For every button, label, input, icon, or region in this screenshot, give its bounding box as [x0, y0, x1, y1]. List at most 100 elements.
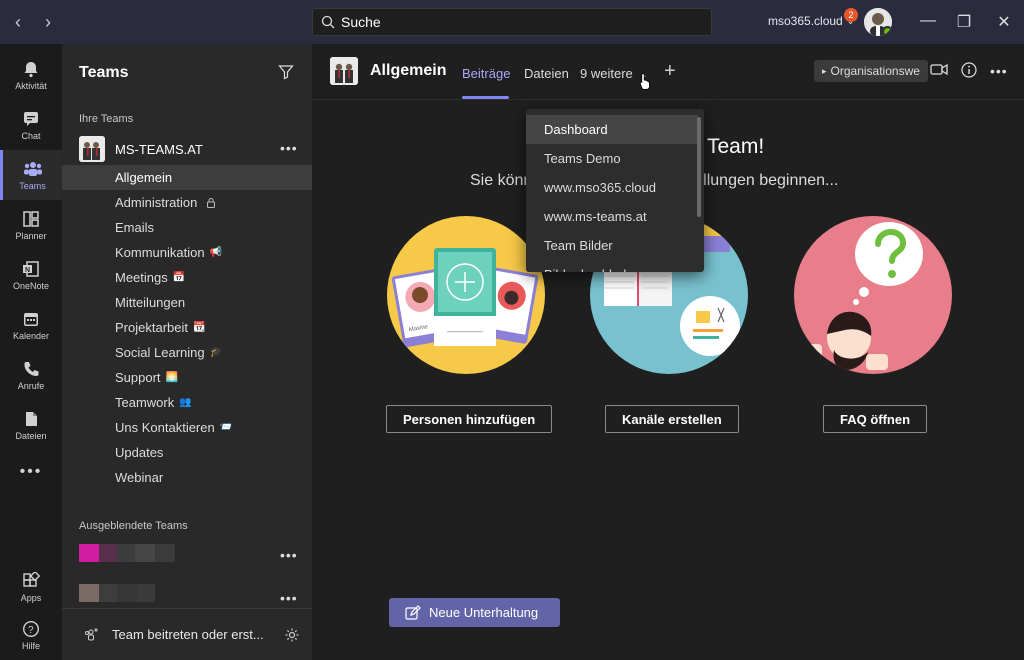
channel-item-meetings[interactable]: Meetings 📅 — [62, 265, 312, 290]
teams-sidebar: Teams Ihre Teams MS-TEAMS.AT ••• Allgeme… — [62, 44, 312, 660]
minimize-icon[interactable]: — — [918, 12, 938, 30]
app-rail: Aktivität Chat Teams Planner N OneNote K… — [0, 44, 62, 660]
channel-label: Webinar — [115, 470, 164, 485]
more-tabs-label: 9 weitere — [580, 66, 633, 81]
hidden-teams-heading: Ausgeblendete Teams — [79, 520, 188, 532]
incoming-envelope-icon: 📨 — [219, 422, 233, 433]
hidden-team-pixelated-1[interactable] — [79, 544, 175, 562]
create-channels-button[interactable]: Kanäle erstellen — [605, 405, 739, 433]
channel-item-social-learning[interactable]: Social Learning 🎓 — [62, 340, 312, 365]
hidden-team-more-icon[interactable]: ••• — [280, 547, 298, 563]
channel-label: Allgemein — [115, 170, 173, 185]
sunrise-icon: 🌅 — [165, 372, 178, 383]
sidebar-title: Teams — [79, 64, 129, 81]
forward-arrow-icon[interactable]: › — [38, 10, 58, 34]
rail-onenote[interactable]: N OneNote — [0, 250, 62, 300]
channel-item-kommunikation[interactable]: Kommunikation 📢 — [62, 240, 312, 265]
rail-files[interactable]: Dateien — [0, 400, 62, 450]
dropdown-item-teams-demo[interactable]: Teams Demo — [526, 144, 704, 173]
help-icon: ? — [22, 620, 40, 637]
close-icon[interactable]: ✕ — [994, 12, 1014, 32]
rail-help[interactable]: ? Hilfe — [0, 610, 62, 660]
history-nav: ‹ › — [8, 10, 58, 34]
dropdown-item-dashboard[interactable]: Dashboard — [526, 115, 698, 144]
presence-available-icon — [882, 26, 892, 36]
channel-team-avatar — [330, 57, 358, 85]
dropdown-item-bilder-hochladen[interactable]: Bilder hochladen — [526, 260, 704, 272]
search-input[interactable] — [341, 14, 681, 30]
rail-calendar[interactable]: Kalender — [0, 300, 62, 350]
filter-icon[interactable] — [278, 64, 294, 80]
channel-label: Updates — [115, 445, 164, 460]
rail-chat[interactable]: Chat — [0, 100, 62, 150]
dropdown-scrollbar[interactable] — [697, 117, 701, 217]
rail-planner[interactable]: Planner — [0, 200, 62, 250]
hidden-team-more-icon[interactable]: ••• — [280, 590, 298, 606]
tab-beitraege[interactable]: Beiträge — [462, 66, 510, 81]
hand-cursor-icon — [639, 73, 651, 90]
channel-item-webinar[interactable]: Webinar — [62, 465, 312, 490]
active-tab-indicator — [462, 96, 509, 99]
dropdown-item-mso365[interactable]: www.mso365.cloud — [526, 173, 704, 202]
onenote-icon: N — [23, 260, 39, 277]
channel-list: Allgemein Administration Emails Kommunik… — [62, 165, 312, 490]
channel-item-updates[interactable]: Updates — [62, 440, 312, 465]
tab-more-tabs[interactable]: 9 weitere ⌄ — [580, 66, 648, 81]
chat-icon — [24, 111, 38, 126]
add-people-button[interactable]: Personen hinzufügen — [386, 405, 553, 433]
subtitle-right: ellungen beginnen... — [694, 172, 839, 189]
team-row-ms-teams[interactable]: MS-TEAMS.AT — [79, 136, 304, 162]
channel-item-teamwork[interactable]: Teamwork 👥 — [62, 390, 312, 415]
phone-icon — [24, 361, 39, 376]
gear-icon[interactable] — [284, 627, 300, 643]
meet-now-icon[interactable] — [930, 62, 948, 78]
tab-dateien[interactable]: Dateien — [524, 66, 569, 81]
rail-calls[interactable]: Anrufe — [0, 350, 62, 400]
profile-avatar[interactable] — [864, 8, 892, 36]
restore-icon[interactable]: ❐ — [954, 12, 974, 32]
rail-label: Aktivität — [15, 80, 47, 91]
channel-item-emails[interactable]: Emails — [62, 215, 312, 240]
rail-activity[interactable]: Aktivität — [0, 50, 62, 100]
tenant-switcher[interactable]: mso365.cloud ⌄ — [768, 14, 854, 28]
dropdown-item-ms-teams[interactable]: www.ms-teams.at — [526, 202, 704, 231]
notification-badge: 2 — [844, 8, 858, 22]
channel-item-mitteilungen[interactable]: Mitteilungen — [62, 290, 312, 315]
team-avatar — [79, 136, 105, 162]
hidden-team-pixelated-2[interactable] — [79, 584, 155, 602]
channel-more-options-icon[interactable]: ••• — [990, 63, 1008, 79]
info-icon[interactable] — [961, 62, 977, 78]
open-faq-button[interactable]: FAQ öffnen — [823, 405, 928, 433]
channel-title: Allgemein — [370, 62, 447, 79]
channel-item-projektarbeit[interactable]: Projektarbeit 📆 — [62, 315, 312, 340]
add-people-illustration: Maxine — [387, 216, 545, 374]
rail-more-apps[interactable]: ••• — [0, 447, 62, 497]
add-tab-icon[interactable]: + — [664, 60, 676, 83]
channel-label: Uns Kontaktieren — [115, 420, 215, 435]
bell-icon — [24, 61, 38, 77]
channel-item-support[interactable]: Support 🌅 — [62, 365, 312, 390]
new-conversation-button[interactable]: Neue Unterhaltung — [389, 598, 560, 627]
org-wide-button[interactable]: ▸ Organisationswe — [814, 60, 928, 82]
tear-off-calendar-icon: 📆 — [192, 322, 206, 333]
rail-label: Hilfe — [21, 640, 40, 651]
team-more-options-icon[interactable]: ••• — [280, 140, 298, 156]
team-photo-icon — [79, 136, 105, 162]
channel-label: Meetings — [115, 270, 168, 285]
rail-teams[interactable]: Teams — [0, 150, 62, 200]
channel-label: Teamwork — [115, 395, 175, 410]
teams-icon — [23, 161, 42, 176]
channel-item-allgemein[interactable]: Allgemein — [62, 165, 312, 190]
channel-item-administration[interactable]: Administration — [62, 190, 312, 215]
channel-label: Kommunikation — [115, 245, 205, 260]
back-arrow-icon[interactable]: ‹ — [8, 10, 28, 34]
dropdown-item-team-bilder[interactable]: Team Bilder — [526, 231, 704, 260]
join-create-team[interactable]: Team beitreten oder erst... — [62, 608, 312, 660]
search-box[interactable] — [312, 8, 712, 36]
channel-item-uns-kontaktieren[interactable]: Uns Kontaktieren 📨 — [62, 415, 312, 440]
subtitle-left: Sie könn — [470, 172, 533, 189]
rail-label: Anrufe — [17, 380, 45, 391]
file-icon — [26, 411, 37, 426]
search-icon — [321, 15, 335, 29]
rail-apps[interactable]: Apps — [0, 562, 62, 612]
